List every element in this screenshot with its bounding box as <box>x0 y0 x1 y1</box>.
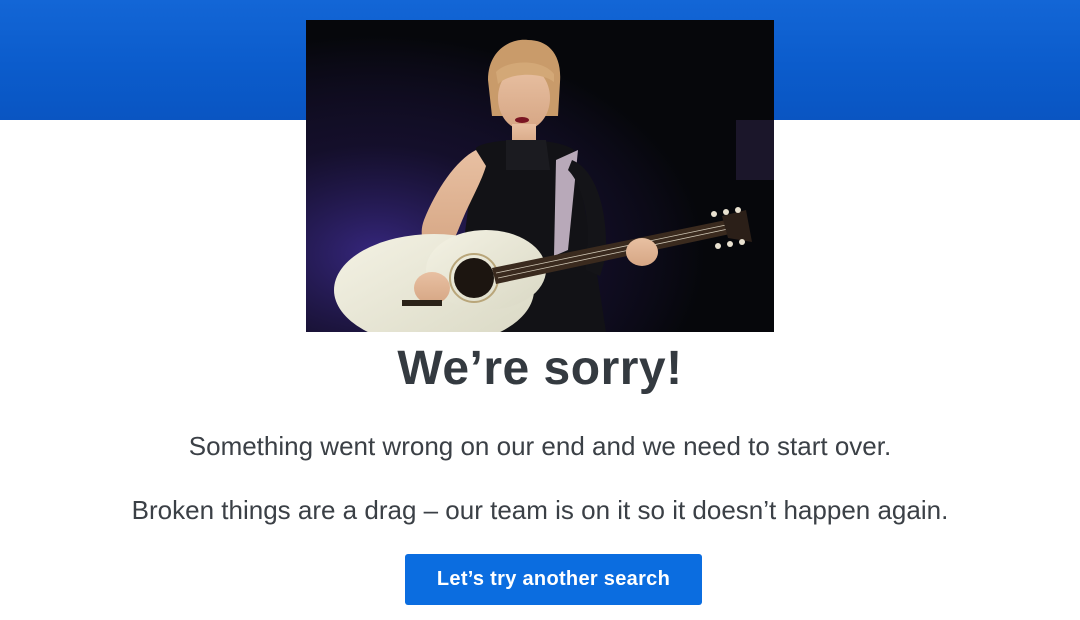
performer-photo-illustration <box>306 20 774 332</box>
retry-search-button[interactable]: Let’s try another search <box>405 554 702 605</box>
error-message: Something went wrong on our end and we n… <box>188 431 892 461</box>
hero-photo <box>306 20 774 332</box>
page-title: We’re sorry! <box>397 342 683 395</box>
reassurance-message: Broken things are a drag – our team is o… <box>131 495 949 525</box>
